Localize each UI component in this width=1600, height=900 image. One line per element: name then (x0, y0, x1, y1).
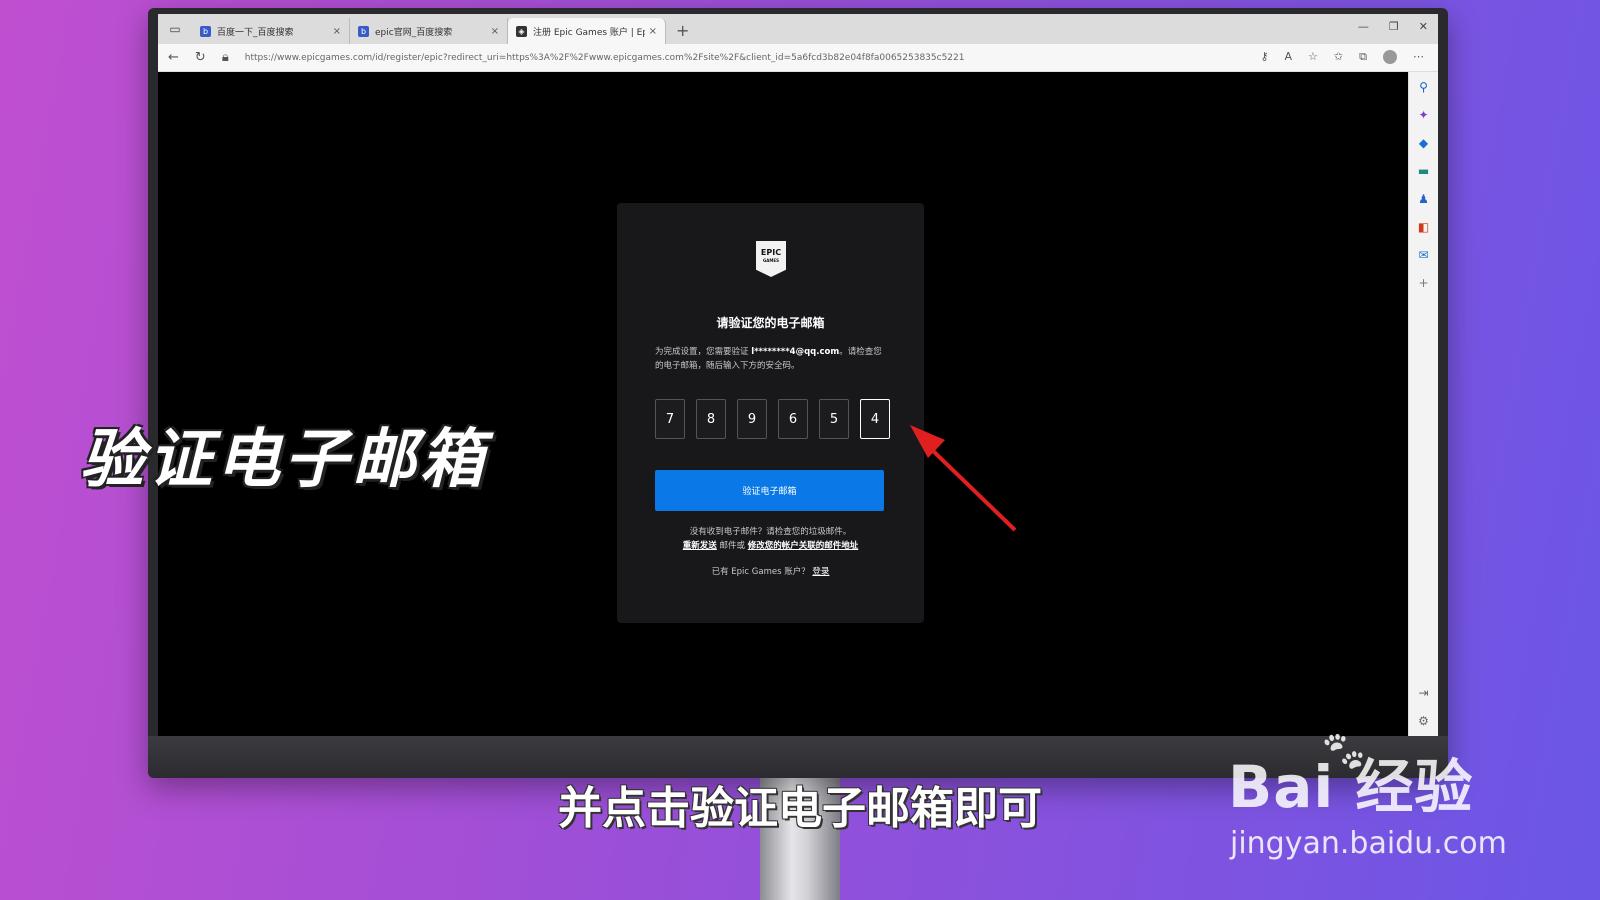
code-digit-4[interactable]: 6 (778, 399, 808, 439)
read-aloud-icon[interactable]: A (1285, 50, 1293, 64)
signin-section: 已有 Epic Games 账户？ 登录 (617, 565, 924, 577)
page-content: EPIC GAMES 请验证您的电子邮箱 为完成设置，您需要验证 l******… (158, 73, 1408, 736)
signin-text: 已有 Epic Games 账户？ (711, 567, 810, 577)
browser-window: ▭ b 百度一下_百度搜索 × b epic官网_百度搜索 × ◈ 注册 Epi… (158, 14, 1438, 736)
logo-subtext: GAMES (763, 258, 779, 263)
tab-epic-search[interactable]: b epic官网_百度搜索 × (350, 18, 508, 44)
new-tab-button[interactable]: + (676, 21, 689, 40)
resend-link[interactable]: 重新发送 (683, 541, 717, 551)
favorites-icon[interactable]: ✩ (1334, 50, 1343, 64)
baidu-watermark: 🐾︎ Bai 经验 jingyan.baidu.com (1228, 729, 1507, 861)
tab-epic-register[interactable]: ◈ 注册 Epic Games 账户 | Epic Gam × (508, 18, 666, 44)
profile-avatar[interactable] (1383, 50, 1397, 64)
watermark-url: jingyan.baidu.com (1230, 826, 1507, 861)
edge-sidebar: ⚲ ✦ ◆ ▬ ♟ ◧ ✉ + ⇥ ⚙ (1408, 72, 1438, 736)
close-tab-icon[interactable]: × (491, 26, 499, 37)
office-icon[interactable]: ◧ (1418, 220, 1429, 234)
address-bar: ← ↻ 🔒︎ https://www.epicgames.com/id/regi… (158, 44, 1438, 72)
url-field[interactable]: https://www.epicgames.com/id/register/ep… (245, 53, 1065, 63)
collections-icon[interactable]: ⧉ (1359, 50, 1367, 64)
key-icon[interactable]: ⚷ (1260, 50, 1268, 64)
toolbar-icons: ⚷ A ☆ ✩ ⧉ ⋯ (1260, 50, 1424, 64)
refresh-icon[interactable]: ↻ (195, 50, 206, 65)
masked-email: l********4@qq.com (751, 347, 840, 357)
signin-link[interactable]: 登录 (812, 567, 829, 577)
outlook-icon[interactable]: ✉ (1418, 248, 1428, 262)
restore-icon[interactable]: ❐ (1389, 20, 1399, 33)
tab-actions-icon[interactable]: ▭ (164, 18, 186, 40)
baidu-favicon-icon: b (358, 25, 369, 37)
resend-section: 没有收到电子邮件？请检查您的垃圾邮件。 重新发送 邮件或 修改您的帐户关联的邮件… (617, 525, 924, 553)
page-title: 请验证您的电子邮箱 (716, 316, 825, 330)
baidu-favicon-icon: b (200, 25, 211, 37)
copilot-icon[interactable]: ✦ (1418, 108, 1428, 122)
or-text: 邮件或 (716, 541, 748, 551)
verify-card: EPIC GAMES 请验证您的电子邮箱 为完成设置，您需要验证 l******… (617, 203, 924, 623)
tab-title: epic官网_百度搜索 (375, 27, 453, 38)
tab-title: 注册 Epic Games 账户 | Epic Gam (533, 27, 645, 38)
hide-sidebar-icon[interactable]: ⇥ (1418, 686, 1428, 700)
more-icon[interactable]: ⋯ (1413, 50, 1424, 64)
gear-icon[interactable]: ⚙ (1418, 714, 1429, 728)
resend-text: 没有收到电子邮件？请检查您的垃圾邮件。 (689, 527, 852, 537)
code-digit-5[interactable]: 5 (819, 399, 849, 439)
lock-icon[interactable]: 🔒︎ (222, 50, 229, 65)
step-caption: 验证电子邮箱 (80, 423, 488, 497)
epic-logo: EPIC GAMES (756, 241, 786, 277)
tag-icon[interactable]: ◆ (1419, 136, 1428, 150)
tab-bar: ▭ b 百度一下_百度搜索 × b epic官网_百度搜索 × ◈ 注册 Epi… (158, 14, 1438, 44)
change-email-link[interactable]: 修改您的帐户关联的邮件地址 (748, 541, 859, 551)
paw-icon: 🐾︎ (1318, 729, 1369, 775)
verify-email-button[interactable]: 验证电子邮箱 (655, 470, 884, 511)
security-code-inputs: 7 8 9 6 5 4 (655, 399, 890, 439)
window-controls: — ❐ ✕ (1358, 20, 1428, 33)
close-tab-icon[interactable]: × (649, 26, 657, 37)
close-window-icon[interactable]: ✕ (1419, 20, 1428, 33)
tab-baidu[interactable]: b 百度一下_百度搜索 × (192, 18, 350, 44)
search-icon[interactable]: ⚲ (1419, 80, 1428, 94)
monitor: ▭ b 百度一下_百度搜索 × b epic官网_百度搜索 × ◈ 注册 Epi… (148, 8, 1448, 778)
favorite-add-icon[interactable]: ☆ (1308, 50, 1318, 64)
sidebar-bottom: ⇥ ⚙ (1418, 686, 1429, 728)
games-icon[interactable]: ♟ (1418, 192, 1429, 206)
close-tab-icon[interactable]: × (333, 26, 341, 37)
minimize-icon[interactable]: — (1358, 20, 1369, 33)
add-icon[interactable]: + (1418, 276, 1428, 290)
instruction-text: 为完成设置，您需要验证 l********4@qq.com。请检查您的电子邮箱，… (655, 345, 887, 373)
instruction-pre: 为完成设置，您需要验证 (655, 347, 752, 357)
code-digit-6[interactable]: 4 (860, 399, 890, 439)
toolbox-icon[interactable]: ▬ (1418, 164, 1429, 178)
code-digit-3[interactable]: 9 (737, 399, 767, 439)
logo-text: EPIC (760, 248, 782, 257)
code-digit-2[interactable]: 8 (696, 399, 726, 439)
back-icon[interactable]: ← (168, 50, 179, 65)
code-digit-1[interactable]: 7 (655, 399, 685, 439)
tab-title: 百度一下_百度搜索 (217, 27, 294, 38)
epic-favicon-icon: ◈ (516, 25, 527, 37)
